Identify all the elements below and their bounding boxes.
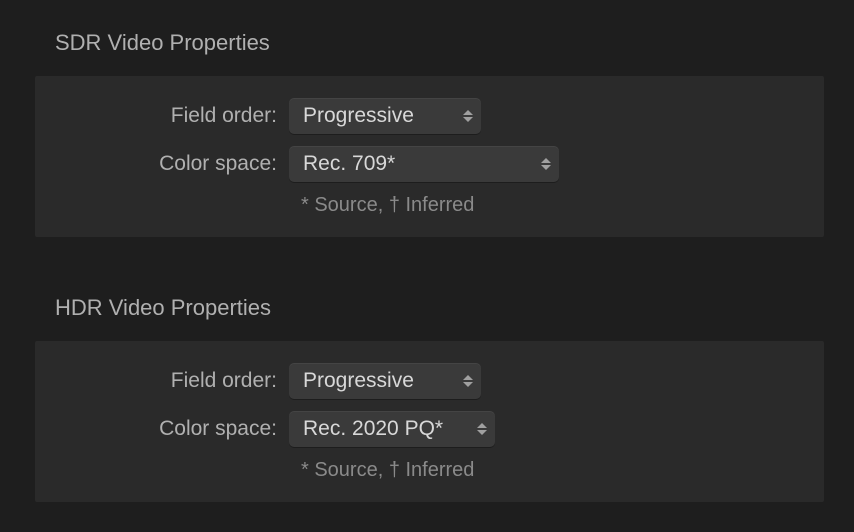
hdr-color-space-row: Color space: Rec. 2020 PQ* <box>59 411 800 447</box>
sdr-color-space-row: Color space: Rec. 709* <box>59 146 800 182</box>
hdr-footnote-text: * Source, † Inferred <box>301 459 474 482</box>
updown-arrows-icon <box>477 423 487 435</box>
hdr-field-order-value: Progressive <box>303 369 414 393</box>
sdr-footnote-row: * Source, † Inferred <box>59 194 800 217</box>
sdr-color-space-label: Color space: <box>59 152 289 176</box>
updown-arrows-icon <box>463 110 473 122</box>
sdr-color-space-dropdown[interactable]: Rec. 709* <box>289 146 559 182</box>
sdr-field-order-dropdown[interactable]: Progressive <box>289 98 481 134</box>
hdr-field-order-dropdown[interactable]: Progressive <box>289 363 481 399</box>
hdr-color-space-label: Color space: <box>59 417 289 441</box>
properties-pane: SDR Video Properties Field order: Progre… <box>0 0 854 532</box>
sdr-field-order-row: Field order: Progressive <box>59 98 800 134</box>
hdr-footnote-row: * Source, † Inferred <box>59 459 800 482</box>
sdr-section-title: SDR Video Properties <box>0 0 824 76</box>
sdr-panel: Field order: Progressive Color space: Re… <box>35 76 824 237</box>
sdr-footnote-text: * Source, † Inferred <box>301 194 474 217</box>
sdr-color-space-value: Rec. 709* <box>303 152 395 176</box>
hdr-color-space-dropdown[interactable]: Rec. 2020 PQ* <box>289 411 495 447</box>
hdr-section-title: HDR Video Properties <box>0 265 824 341</box>
sdr-field-order-label: Field order: <box>59 104 289 128</box>
hdr-field-order-row: Field order: Progressive <box>59 363 800 399</box>
hdr-panel: Field order: Progressive Color space: Re… <box>35 341 824 502</box>
updown-arrows-icon <box>463 375 473 387</box>
updown-arrows-icon <box>541 158 551 170</box>
hdr-color-space-value: Rec. 2020 PQ* <box>303 417 443 441</box>
hdr-field-order-label: Field order: <box>59 369 289 393</box>
sdr-field-order-value: Progressive <box>303 104 414 128</box>
